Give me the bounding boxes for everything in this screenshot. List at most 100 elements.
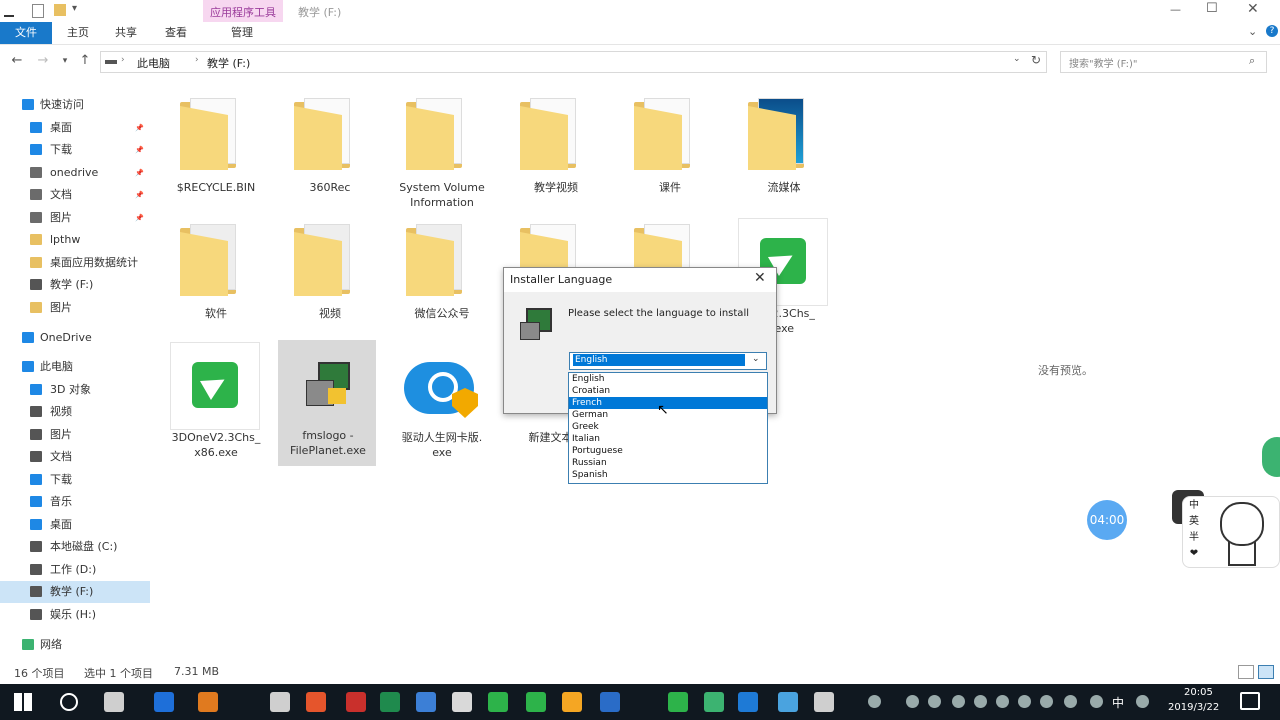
sidebar-item[interactable]: 音乐	[0, 491, 150, 513]
sidebar-item[interactable]: 图片	[0, 424, 150, 446]
tray-icon[interactable]	[952, 695, 965, 708]
sidebar-item[interactable]: OneDrive	[0, 327, 150, 349]
sidebar-item[interactable]: 教学 (F:)	[0, 274, 150, 296]
up-button[interactable]: ↑	[76, 52, 94, 70]
sidebar-item[interactable]: 图片	[0, 297, 150, 319]
sidebar-item[interactable]: 视频	[0, 401, 150, 423]
ime-sticker[interactable]: 中 英 半 ❤	[1172, 490, 1280, 568]
search-input[interactable]: 搜索"教学 (F:)" ⌕	[1060, 51, 1267, 73]
folder-item[interactable]: 课件	[620, 92, 720, 212]
folder-item[interactable]: 微信公众号	[392, 218, 492, 338]
tab-manage[interactable]: 管理	[222, 22, 262, 44]
file-item[interactable]: 驱动人生网卡版. exe	[392, 342, 492, 462]
language-option[interactable]: English	[569, 373, 767, 385]
tab-file[interactable]: 文件	[0, 22, 52, 44]
sidebar-item[interactable]: 本地磁盘 (C:)	[0, 536, 150, 558]
taskbar-app-icon[interactable]	[526, 692, 546, 712]
qat-dropdown-icon[interactable]: ▾	[72, 3, 77, 14]
new-folder-icon[interactable]	[54, 4, 66, 16]
tray-icon[interactable]	[996, 695, 1009, 708]
pin-icon[interactable]: 📌	[135, 162, 144, 184]
ime-indicator[interactable]: 中	[1112, 694, 1124, 711]
sidebar-item[interactable]: 3D 对象	[0, 379, 150, 401]
sidebar-item[interactable]: 快速访问	[0, 94, 150, 116]
sidebar-item[interactable]: 桌面 📌	[0, 117, 150, 139]
pin-icon[interactable]: 📌	[135, 139, 144, 161]
breadcrumb-drive[interactable]: 教学 (F:)	[207, 55, 250, 71]
taskbar-app-icon[interactable]	[198, 692, 218, 712]
language-option[interactable]: Greek	[569, 421, 767, 433]
language-option[interactable]: Portuguese	[569, 445, 767, 457]
refresh-icon[interactable]: ↻	[1031, 53, 1041, 67]
pin-icon[interactable]: 📌	[135, 184, 144, 206]
tab-share[interactable]: 共享	[106, 22, 146, 44]
language-select[interactable]: English ⌄	[569, 352, 767, 370]
taskbar-app-icon[interactable]	[104, 692, 124, 712]
clock-date[interactable]: 2019/3/22	[1168, 702, 1219, 713]
dialog-close-icon[interactable]: ✕	[754, 270, 766, 286]
language-option[interactable]: Spanish	[569, 469, 767, 481]
sidebar-item[interactable]: 此电脑	[0, 356, 150, 378]
tab-view[interactable]: 查看	[156, 22, 196, 44]
sidebar-item[interactable]: 文档 📌	[0, 184, 150, 206]
green-side-button[interactable]	[1262, 437, 1280, 477]
taskbar-app-icon[interactable]	[562, 692, 582, 712]
language-option[interactable]: Italian	[569, 433, 767, 445]
sidebar-item[interactable]: 下载	[0, 469, 150, 491]
sidebar-item[interactable]: 图片 📌	[0, 207, 150, 229]
sidebar-item[interactable]: 教学 (F:)	[0, 581, 150, 603]
sidebar-item[interactable]: 娱乐 (H:)	[0, 604, 150, 626]
back-button[interactable]: ←	[8, 52, 26, 70]
properties-icon[interactable]	[32, 4, 44, 18]
tray-icon[interactable]	[928, 695, 941, 708]
sidebar-item[interactable]: 下载 📌	[0, 139, 150, 161]
folder-item[interactable]: 流媒体	[734, 92, 834, 212]
sidebar-item[interactable]: 桌面	[0, 514, 150, 536]
search-circle-icon[interactable]	[60, 693, 78, 711]
taskbar-app-icon[interactable]	[346, 692, 366, 712]
folder-item[interactable]: $RECYCLE.BIN	[166, 92, 266, 212]
folder-item[interactable]: 视频	[280, 218, 380, 338]
address-dropdown-icon[interactable]: ⌄	[1013, 54, 1021, 64]
app-menu-icon[interactable]	[4, 5, 14, 17]
tray-icon[interactable]	[1064, 695, 1077, 708]
taskbar-app-icon[interactable]	[704, 692, 724, 712]
pin-icon[interactable]: 📌	[135, 117, 144, 139]
taskbar-app-icon[interactable]	[600, 692, 620, 712]
maximize-button[interactable]: ☐	[1206, 1, 1218, 16]
pin-icon[interactable]: 📌	[135, 207, 144, 229]
taskbar-app-icon[interactable]	[738, 692, 758, 712]
folder-item[interactable]: 软件	[166, 218, 266, 338]
sidebar-item[interactable]: onedrive 📌	[0, 162, 150, 184]
taskbar-app-icon[interactable]	[488, 692, 508, 712]
tray-icon[interactable]	[1040, 695, 1053, 708]
taskbar-app-icon[interactable]	[416, 692, 436, 712]
minimize-button[interactable]: —	[1170, 3, 1181, 16]
close-button[interactable]: ✕	[1247, 1, 1259, 17]
language-option[interactable]: Russian	[569, 457, 767, 469]
file-item[interactable]: 3DOneV2.3Chs_ x86.exe	[166, 342, 266, 462]
breadcrumb-this-pc[interactable]: 此电脑	[137, 55, 170, 71]
folder-item[interactable]: 教学视频	[506, 92, 606, 212]
taskbar-app-icon[interactable]	[270, 692, 290, 712]
tray-icon[interactable]	[906, 695, 919, 708]
tab-home[interactable]: 主页	[58, 22, 98, 44]
timer-badge[interactable]: 04:00	[1087, 500, 1127, 540]
sidebar-item[interactable]: lpthw	[0, 229, 150, 251]
taskbar-app-icon[interactable]	[778, 692, 798, 712]
file-item[interactable]: fmslogo - FilePlanet.exe	[278, 340, 376, 466]
tray-icon[interactable]	[1018, 695, 1031, 708]
sidebar-item[interactable]: 文档	[0, 446, 150, 468]
sidebar-item[interactable]: 工作 (D:)	[0, 559, 150, 581]
tray-icon[interactable]	[1136, 695, 1149, 708]
taskbar-app-icon[interactable]	[380, 692, 400, 712]
language-option[interactable]: Croatian	[569, 385, 767, 397]
taskbar-app-icon[interactable]	[154, 692, 174, 712]
taskbar-app-icon[interactable]	[306, 692, 326, 712]
tray-icon[interactable]	[974, 695, 987, 708]
sidebar-item[interactable]: 桌面应用数据统计	[0, 252, 150, 274]
address-bar[interactable]: › 此电脑 › 教学 (F:) ⌄ ↻	[100, 51, 1047, 73]
start-windows-icon[interactable]	[14, 693, 32, 711]
taskbar-app-icon[interactable]	[452, 692, 472, 712]
tray-icon[interactable]	[868, 695, 881, 708]
